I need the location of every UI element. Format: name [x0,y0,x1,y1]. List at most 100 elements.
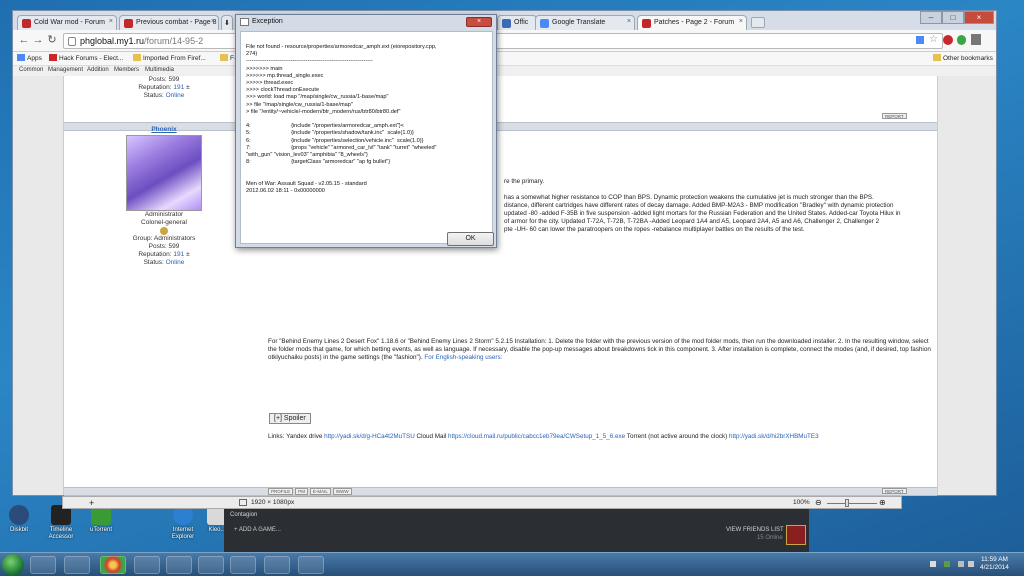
cloud-mail-link[interactable]: https://cloud.mail.ru/public/cabcc1eb79e… [448,433,625,440]
desktop-icon[interactable]: uTorrent [84,505,118,534]
tab-google-translate[interactable]: Google Translate × [535,15,635,30]
clock-time: 11:59 AM [980,556,1008,563]
yandex-link[interactable]: http://yadi.sk/d/g-HCa4t2MuTSU [324,433,415,440]
english-users-link[interactable]: For English-speaking users: [424,354,502,361]
paint-taskbar-icon[interactable] [298,556,324,574]
diskbit-icon [9,505,29,525]
window-icon [240,18,249,26]
translate-icon[interactable] [916,36,924,44]
status: Status: Online [143,92,185,99]
translate-favicon-icon [540,19,549,28]
bookmark-apps[interactable]: Apps [17,54,42,62]
pm-button[interactable]: PM [295,488,308,495]
game-taskbar-icon[interactable] [264,556,290,574]
network-icon[interactable] [958,561,964,567]
clock-date: 4/21/2014 [980,564,1009,571]
chrome-taskbar-icon[interactable] [100,556,126,574]
reload-icon[interactable]: ↻ [45,35,59,47]
email-button[interactable]: E-MAIL [309,488,331,495]
exception-dialog: Exception × File not found - resource/pr… [235,14,497,248]
close-window-button[interactable]: × [964,11,994,24]
www-button[interactable]: WWW [332,488,352,495]
window-taskbar-icon[interactable] [230,556,256,574]
media-taskbar-icon[interactable] [64,556,90,574]
maximize-button[interactable]: □ [942,11,964,24]
bookmark-hack-forums[interactable]: Hack Forums - Elect... [49,54,123,62]
profile-button[interactable]: PROFILE [268,488,294,495]
ie-taskbar-icon[interactable] [134,556,160,574]
volume-icon[interactable] [968,561,974,567]
minimize-button[interactable]: – [920,11,942,24]
spoiler-button[interactable]: [+] Spoiler [269,413,311,424]
start-button[interactable] [2,554,24,576]
menu-icon[interactable] [971,34,981,45]
tray-flag-icon[interactable] [944,561,950,567]
zoom-slider-thumb[interactable] [845,499,849,507]
back-arrow-icon[interactable]: ← [17,35,31,47]
window-controls: – □ × [920,11,994,25]
image-resolution: 1920 × 1080px [251,499,295,506]
tab-previous-combat[interactable]: Previous combat - Page 8 × [119,15,219,30]
plus-icon[interactable]: ± [186,251,190,258]
reputation: Reputation: 191 ± [138,84,190,91]
extension-icon[interactable] [943,35,953,45]
nav-members[interactable]: Members [114,67,139,73]
nav-common[interactable]: Common [19,67,43,73]
tab-cold-war-mod[interactable]: Cold War mod - Forum × [17,15,117,30]
close-tab-icon[interactable]: × [211,18,215,25]
explorer-taskbar-icon[interactable] [30,556,56,574]
desktop-icon[interactable]: Diskbit [2,505,36,534]
add-game-button[interactable]: + ADD A GAME... [234,527,281,533]
plus-icon[interactable]: ± [186,84,190,91]
zoom-in-icon[interactable]: ⊕ [879,498,886,507]
zoom-out-icon[interactable]: ⊖ [815,498,822,507]
torrent-link[interactable]: http://yadi.sk/d/hi2brXHBMuTE3 [729,433,819,440]
extension-icon[interactable] [957,35,966,45]
nav-multimedia[interactable]: Multimedia [145,67,174,73]
desktop-icon[interactable]: Internet Explorer [166,505,200,541]
username[interactable]: Phoenix [66,126,262,134]
post-text: pte -UH- 60 can lower the paratroopers o… [504,226,805,233]
previous-user-info: Posts: 599 Reputation: 191 ± Status: Onl… [66,76,262,100]
bookmark-icon [49,54,57,61]
report-button[interactable]: REPORT [882,113,907,119]
reputation: Reputation: 191 ± [138,251,190,258]
close-tab-icon[interactable]: × [739,18,743,25]
user-avatar[interactable] [786,525,806,545]
tab-official[interactable]: Offic [497,15,537,30]
close-tab-icon[interactable]: × [627,18,631,25]
nav-management[interactable]: Management [48,67,83,73]
bookmark-star-icon[interactable]: ☆ [929,34,938,45]
tray-up-icon[interactable] [930,561,936,567]
system-clock[interactable]: 11:59 AM 4/21/2014 [980,556,1009,572]
tab-patches[interactable]: Patches - Page 2 - Forum × [637,15,747,30]
bookmarks-bar: Apps Hack Forums - Elect... Imported Fro… [13,52,996,66]
post-text: of armor for the city. Updated T-72A, T-… [504,218,880,225]
report-button[interactable]: REPORT [882,488,907,494]
nav-addition[interactable]: Addition [87,67,109,73]
plus-icon: + [234,527,238,533]
forum-favicon-icon [642,19,651,28]
user-info: Phoenix Administrator Colonel-general Gr… [66,126,262,267]
forward-arrow-icon[interactable]: → [31,35,45,47]
post-footer-bar [64,487,937,496]
close-tab-icon[interactable]: × [109,18,113,25]
steam-taskbar-icon[interactable] [198,556,224,574]
zoom-slider[interactable] [827,503,877,504]
address-bar[interactable]: phglobal.my1.ru/forum/14-95-2 [63,33,943,49]
bookmark-imported[interactable]: Imported From Firef... [133,54,206,62]
desktop-icon[interactable]: Timeline Accessor [44,505,78,541]
status: Status: Online [143,259,185,266]
other-bookmarks[interactable]: Other bookmarks [933,54,993,62]
dialog-close-button[interactable]: × [466,17,492,27]
steam-overlay: Contagion + ADD A GAME... VIEW FRIENDS L… [224,509,809,552]
ok-button[interactable]: OK [447,232,494,246]
view-friends-list[interactable]: VIEW FRIENDS LIST [726,527,784,533]
dialog-titlebar[interactable]: Exception [236,15,496,29]
profile-buttons: PROFILE PM E-MAIL WWW [268,488,352,495]
error-message: File not found - resource/properties/arm… [246,44,437,195]
app-taskbar-icon[interactable] [166,556,192,574]
add-icon[interactable]: + [89,498,94,508]
tab-download[interactable]: ⬇ [221,15,233,30]
new-tab-button[interactable] [751,17,765,28]
